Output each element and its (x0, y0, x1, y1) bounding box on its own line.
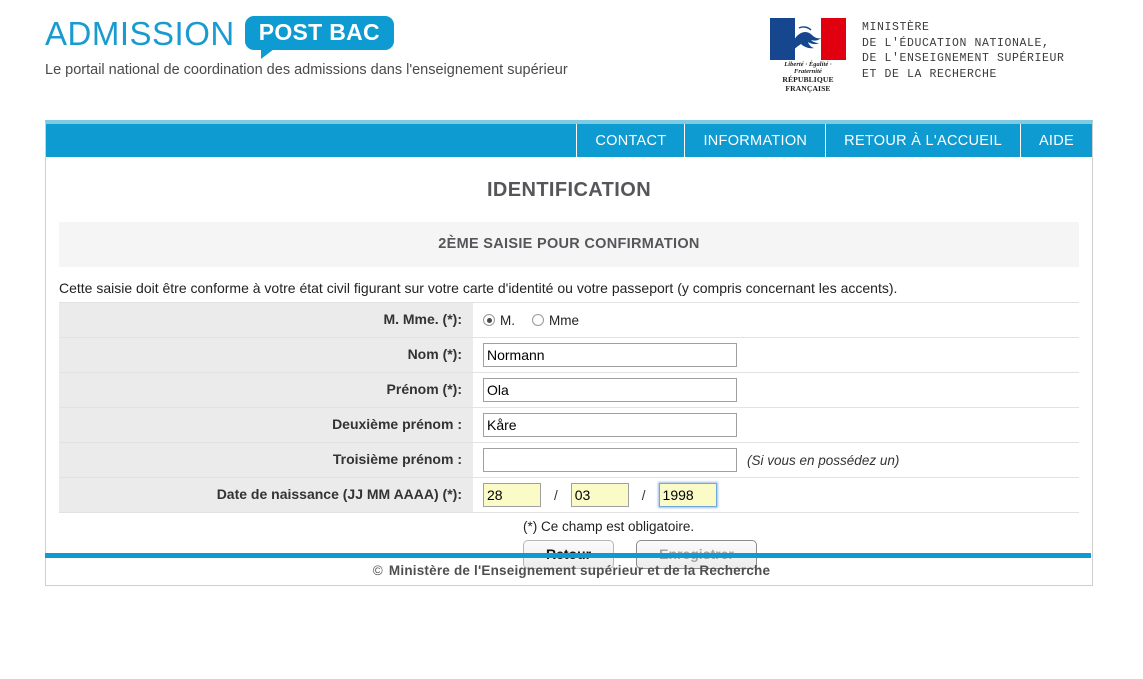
french-flag-icon (770, 18, 846, 60)
form-row-third-name: Troisième prénom : (Si vous en possédez … (59, 443, 1079, 478)
logo-postbac-badge: POST BAC (244, 16, 394, 59)
logo-admission-text: ADMISSION (45, 14, 235, 52)
label-birth-date: Date de naissance (JJ MM AAAA) (*): (59, 478, 473, 512)
nav-item-contact[interactable]: CONTACT (576, 124, 684, 157)
section-banner: 2ÈME SAISIE POUR CONFIRMATION (59, 222, 1079, 267)
second-name-input[interactable] (483, 413, 737, 437)
footer-copyright-text: Ministère de l'Enseignement supérieur et… (388, 563, 771, 578)
republic-label: RÉPUBLIQUE FRANÇAISE (782, 75, 834, 93)
form-row-birth-date: Date de naissance (JJ MM AAAA) (*): / / (59, 478, 1079, 513)
nav-item-aide[interactable]: AIDE (1019, 124, 1092, 157)
third-name-hint: (Si vous en possédez un) (747, 452, 900, 468)
radio-monsieur[interactable] (483, 314, 495, 326)
form-row-civility: M. Mme. (*): M. Mme (59, 302, 1079, 338)
date-separator-2: / (641, 487, 646, 503)
french-republic-logo: Liberté · Égalité · Fraternité RÉPUBLIQU… (770, 18, 846, 93)
identification-form: M. Mme. (*): M. Mme Nom (*): Prénom (59, 302, 1079, 513)
site-header: ADMISSION POST BAC Le portail national d… (0, 0, 1143, 110)
label-last-name: Nom (*): (59, 338, 473, 372)
label-civility: M. Mme. (*): (59, 303, 473, 337)
footer-divider (45, 553, 1091, 558)
first-name-input[interactable] (483, 378, 737, 402)
page-root: ADMISSION POST BAC Le portail national d… (0, 0, 1143, 679)
third-name-input[interactable] (483, 448, 737, 472)
label-second-name: Deuxième prénom : (59, 408, 473, 442)
content-panel: CONTACT INFORMATION RETOUR À L'ACCUEIL A… (45, 120, 1093, 586)
last-name-input[interactable] (483, 343, 737, 367)
ministry-name: MINISTÈRE DE L'ÉDUCATION NATIONALE, DE L… (862, 21, 1065, 81)
form-row-second-name: Deuxième prénom : (59, 408, 1079, 443)
nav-item-information[interactable]: INFORMATION (684, 124, 825, 157)
birth-day-input[interactable] (483, 483, 541, 507)
label-third-name: Troisième prénom : (59, 443, 473, 477)
label-first-name: Prénom (*): (59, 373, 473, 407)
required-field-note: (*) Ce champ est obligatoire. (523, 519, 695, 534)
radio-madame[interactable] (532, 314, 544, 326)
civility-radio-group: M. Mme (483, 313, 589, 328)
site-tagline: Le portail national de coordination des … (45, 62, 568, 78)
page-title: IDENTIFICATION (486, 179, 652, 201)
radio-madame-label: Mme (549, 312, 579, 328)
date-separator-1: / (554, 487, 558, 503)
birth-month-input[interactable] (570, 483, 629, 507)
marianne-profile-icon (795, 26, 821, 49)
footer-copyright: © Ministère de l'Enseignement supérieur e… (0, 563, 1143, 578)
main-navigation: CONTACT INFORMATION RETOUR À L'ACCUEIL A… (46, 124, 1092, 157)
nav-item-retour-accueil[interactable]: RETOUR À L'ACCUEIL (825, 124, 1020, 157)
ministry-branding: Liberté · Égalité · Fraternité RÉPUBLIQU… (770, 18, 1065, 93)
liberty-motto: Liberté · Égalité · Fraternité (784, 61, 832, 75)
copyright-icon: © (372, 563, 383, 578)
birth-year-input[interactable] (658, 483, 717, 507)
site-logo[interactable]: ADMISSION POST BAC (45, 14, 394, 59)
form-row-last-name: Nom (*): (59, 338, 1079, 373)
form-row-first-name: Prénom (*): (59, 373, 1079, 408)
intro-text: Cette saisie doit être conforme à votre … (59, 280, 898, 296)
radio-monsieur-label: M. (500, 312, 515, 328)
